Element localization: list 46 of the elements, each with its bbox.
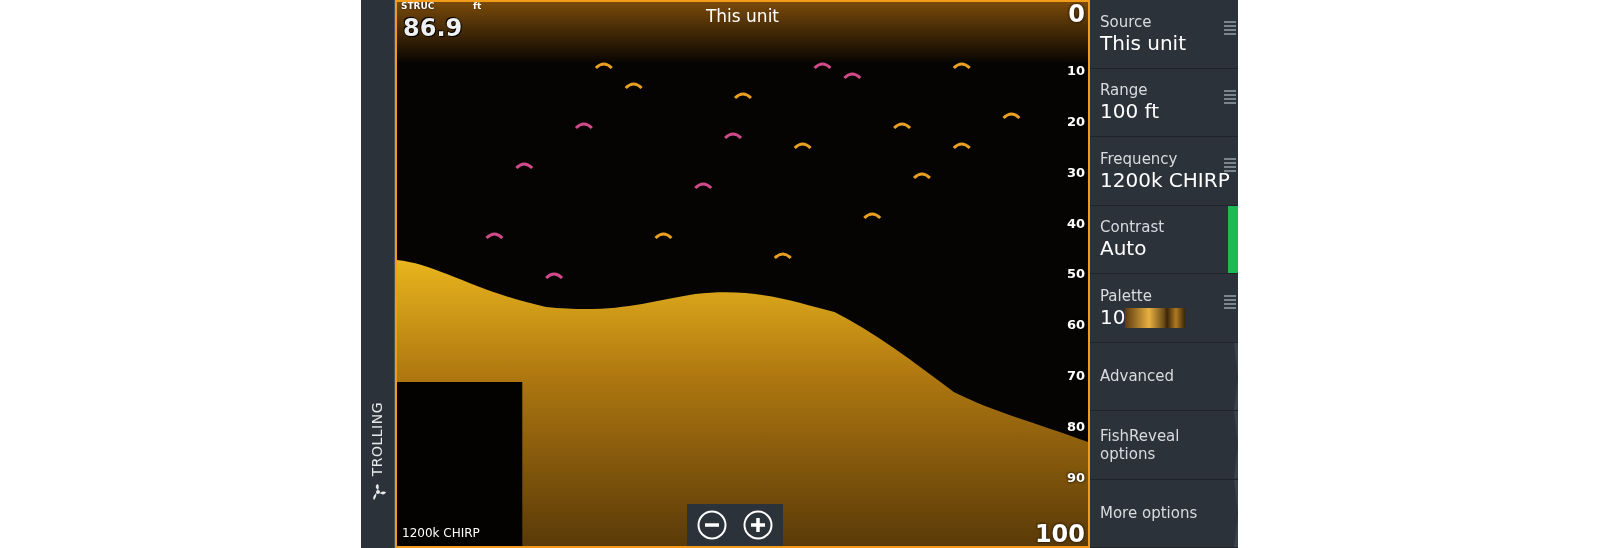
depth-scale-label: 60 bbox=[1066, 318, 1085, 332]
menu-item[interactable]: Source This unit bbox=[1090, 0, 1238, 69]
drag-handle-icon bbox=[1224, 157, 1236, 173]
depth-scale-label: 70 bbox=[1066, 369, 1085, 383]
depth-scale-label: 10 bbox=[1066, 63, 1085, 77]
depth-scale-label: 0 bbox=[1068, 2, 1085, 26]
menu-item[interactable]: Contrast Auto bbox=[1090, 205, 1238, 274]
menu-label: Frequency bbox=[1100, 149, 1179, 168]
zoom-in-button[interactable] bbox=[743, 510, 773, 540]
depth-scale-label: 100 bbox=[1034, 521, 1085, 546]
menu-label: Range bbox=[1100, 81, 1149, 100]
depth-scale-label: 50 bbox=[1066, 267, 1085, 281]
unit-label: ft bbox=[473, 2, 482, 13]
depth-scale-label: 40 bbox=[1066, 216, 1085, 230]
menu-label: Advanced bbox=[1100, 367, 1175, 386]
palette-swatch-icon bbox=[1125, 308, 1186, 329]
zoom-out-button[interactable] bbox=[697, 510, 727, 540]
menu-value: 10 bbox=[1100, 304, 1126, 329]
menu-item[interactable]: Range 100 ft bbox=[1090, 68, 1238, 137]
menu-item[interactable]: FishReveal options bbox=[1090, 411, 1238, 480]
menu-label: More options bbox=[1100, 504, 1198, 523]
depth-scale-label: 90 bbox=[1066, 471, 1085, 484]
drag-handle-icon bbox=[1224, 88, 1236, 105]
menu-item[interactable]: Palette 10 bbox=[1090, 274, 1238, 343]
drag-handle-icon bbox=[1224, 20, 1236, 36]
depth-scale-label: 20 bbox=[1066, 114, 1085, 128]
source-title: This unit bbox=[705, 5, 780, 28]
menu-value: Auto bbox=[1100, 236, 1147, 261]
menu-value: This unit bbox=[1100, 30, 1186, 55]
menu-item[interactable]: Frequency 1200k CHIRP bbox=[1090, 137, 1238, 206]
menu-item[interactable]: Advanced bbox=[1090, 342, 1238, 411]
menu-label: FishReveal options bbox=[1100, 426, 1181, 463]
menu-item[interactable]: More options bbox=[1090, 479, 1238, 548]
adjust-indicator bbox=[1228, 205, 1238, 273]
menu-label: Palette bbox=[1100, 286, 1153, 305]
frequency-label: 1200k CHIRP bbox=[402, 525, 480, 542]
depth-scale-label: 80 bbox=[1066, 420, 1085, 434]
reading-label: STRUC bbox=[401, 2, 435, 13]
depth-reading: 86.9 bbox=[403, 13, 463, 44]
menu-label: Source bbox=[1100, 12, 1153, 31]
menu-label: Contrast bbox=[1100, 218, 1165, 237]
menu-value: 1200k CHIRP bbox=[1100, 167, 1230, 192]
depth-scale-label: 30 bbox=[1066, 165, 1085, 179]
menu-value: 100 ft bbox=[1100, 99, 1160, 124]
mode-label: TROLLING bbox=[368, 401, 386, 476]
drag-handle-icon bbox=[1224, 294, 1236, 310]
